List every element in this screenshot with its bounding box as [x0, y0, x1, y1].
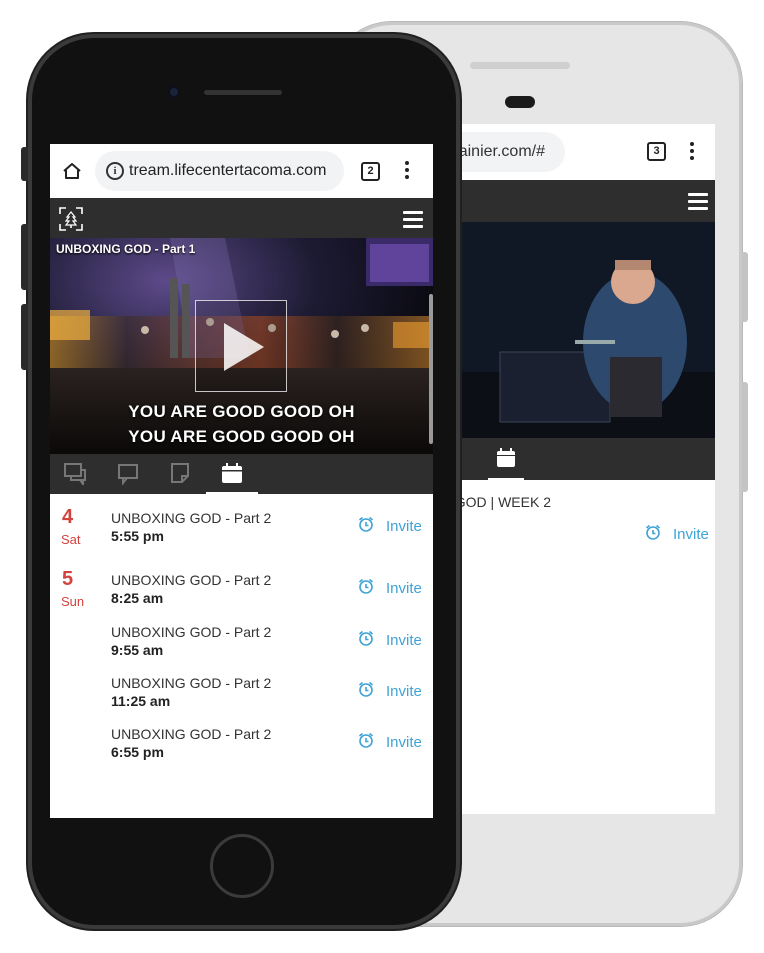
volume-down-button	[21, 304, 28, 370]
browser-toolbar: ecenterrainier.com/# 3	[440, 124, 715, 180]
more-options-icon[interactable]	[405, 161, 409, 182]
front-camera	[168, 86, 180, 98]
video-title: UNBOXING GOD - Part 1	[56, 242, 196, 256]
comment-icon	[118, 464, 138, 485]
invite-label: Invite	[386, 518, 422, 535]
side-button	[742, 382, 748, 492]
browser-toolbar: i tream.lifecentertacoma.com 2	[50, 144, 433, 198]
back-phone-screen: ecenterrainier.com/# 3	[440, 124, 715, 814]
event-time: 11:25 am	[111, 693, 171, 709]
event-time: 8:25 am	[111, 590, 164, 606]
mute-switch	[21, 147, 28, 181]
menu-icon[interactable]	[688, 193, 708, 214]
list-item: UNBOXING GOD - Part 2 6:55 pm Invite	[50, 726, 433, 772]
alarm-clock-icon	[358, 578, 374, 594]
chat-bubbles-icon	[64, 463, 86, 485]
speaker-grille	[204, 90, 282, 95]
event-time: 9:55 am	[111, 642, 164, 658]
event-time: 6:55 pm	[111, 744, 164, 760]
alarm-clock-icon	[358, 630, 374, 646]
list-item: 4 Sat UNBOXING GOD - Part 2 5:55 pm Invi…	[50, 506, 433, 556]
home-icon[interactable]	[62, 162, 82, 180]
day-number: 4	[62, 506, 74, 528]
front-phone-screen: i tream.lifecentertacoma.com 2 UNBOXING …	[50, 144, 433, 818]
volume-up-button	[21, 224, 28, 290]
info-icon[interactable]: i	[106, 162, 124, 180]
event-title: UNBOXING GOD - Part 2	[111, 675, 272, 691]
alarm-clock-icon	[358, 732, 374, 748]
front-camera	[505, 96, 535, 108]
play-button[interactable]	[195, 300, 287, 392]
event-time: 5:55 pm	[111, 528, 164, 544]
url-bar[interactable]: i tream.lifecentertacoma.com	[95, 151, 344, 191]
tab-bar	[50, 454, 433, 494]
invite-button[interactable]: Invite	[645, 522, 715, 546]
app-header	[440, 180, 715, 222]
alarm-clock-icon	[645, 524, 661, 540]
event-title: UNBOXING GOD - Part 2	[111, 624, 272, 640]
tab-notes[interactable]	[154, 454, 206, 494]
side-button	[742, 252, 748, 322]
lyric-line: YOU ARE GOOD GOOD OH	[128, 402, 355, 421]
church-logo-icon[interactable]	[59, 207, 83, 231]
alarm-clock-icon	[358, 681, 374, 697]
invite-button[interactable]: Invite	[358, 730, 428, 754]
event-title: UNBOXING GOD - Part 2	[111, 572, 272, 588]
tab-bar	[440, 438, 715, 480]
invite-label: Invite	[386, 580, 422, 597]
invite-label: Invite	[386, 632, 422, 649]
app-header	[50, 198, 433, 238]
tab-comments[interactable]	[102, 454, 154, 494]
video-player[interactable]: UNBOXING GOD - Part 1 YOU ARE GOOD GOOD …	[50, 238, 433, 454]
list-item: UNBOXING GOD - Part 2 9:55 am Invite	[50, 624, 433, 670]
home-button[interactable]	[210, 834, 274, 898]
invite-label: Invite	[386, 734, 422, 751]
event-title: UNBOXING GOD - Part 2	[111, 510, 272, 526]
tab-switcher-button[interactable]: 2	[361, 162, 380, 181]
tab-calendar[interactable]	[206, 454, 258, 494]
play-icon	[224, 323, 264, 371]
calendar-icon	[497, 448, 515, 467]
invite-label: Invite	[386, 683, 422, 700]
event-title: UNBOXING GOD - Part 2	[111, 726, 272, 742]
url-text: tream.lifecentertacoma.com	[129, 162, 327, 179]
day-number: 5	[62, 568, 74, 590]
video-frame	[440, 222, 715, 438]
tab-calendar[interactable]	[488, 438, 524, 480]
list-item: 5 Sun UNBOXING GOD - Part 2 8:25 am Invi…	[50, 568, 433, 618]
invite-button[interactable]: Invite	[358, 679, 428, 703]
tab-chat[interactable]	[50, 454, 102, 494]
invite-button[interactable]: Invite	[358, 514, 428, 538]
notes-icon	[171, 463, 189, 483]
tab-switcher-button[interactable]: 3	[647, 142, 666, 161]
speaker-grille	[470, 62, 570, 69]
scrollbar[interactable]	[429, 294, 433, 444]
front-phone: i tream.lifecentertacoma.com 2 UNBOXING …	[21, 34, 460, 929]
day-name: Sat	[61, 532, 81, 547]
invite-button[interactable]: Invite	[358, 576, 428, 600]
day-name: Sun	[61, 594, 85, 609]
more-options-icon[interactable]	[690, 142, 694, 163]
lyric-line: YOU ARE GOOD GOOD OH	[128, 427, 355, 446]
invite-label: Invite	[673, 526, 709, 543]
alarm-clock-icon	[358, 516, 374, 532]
video-player[interactable]	[440, 222, 715, 438]
menu-icon[interactable]	[403, 211, 423, 232]
calendar-icon	[222, 463, 242, 483]
list-item: UNBOXING GOD - Part 2 11:25 am Invite	[50, 675, 433, 721]
invite-button[interactable]: Invite	[358, 628, 428, 652]
